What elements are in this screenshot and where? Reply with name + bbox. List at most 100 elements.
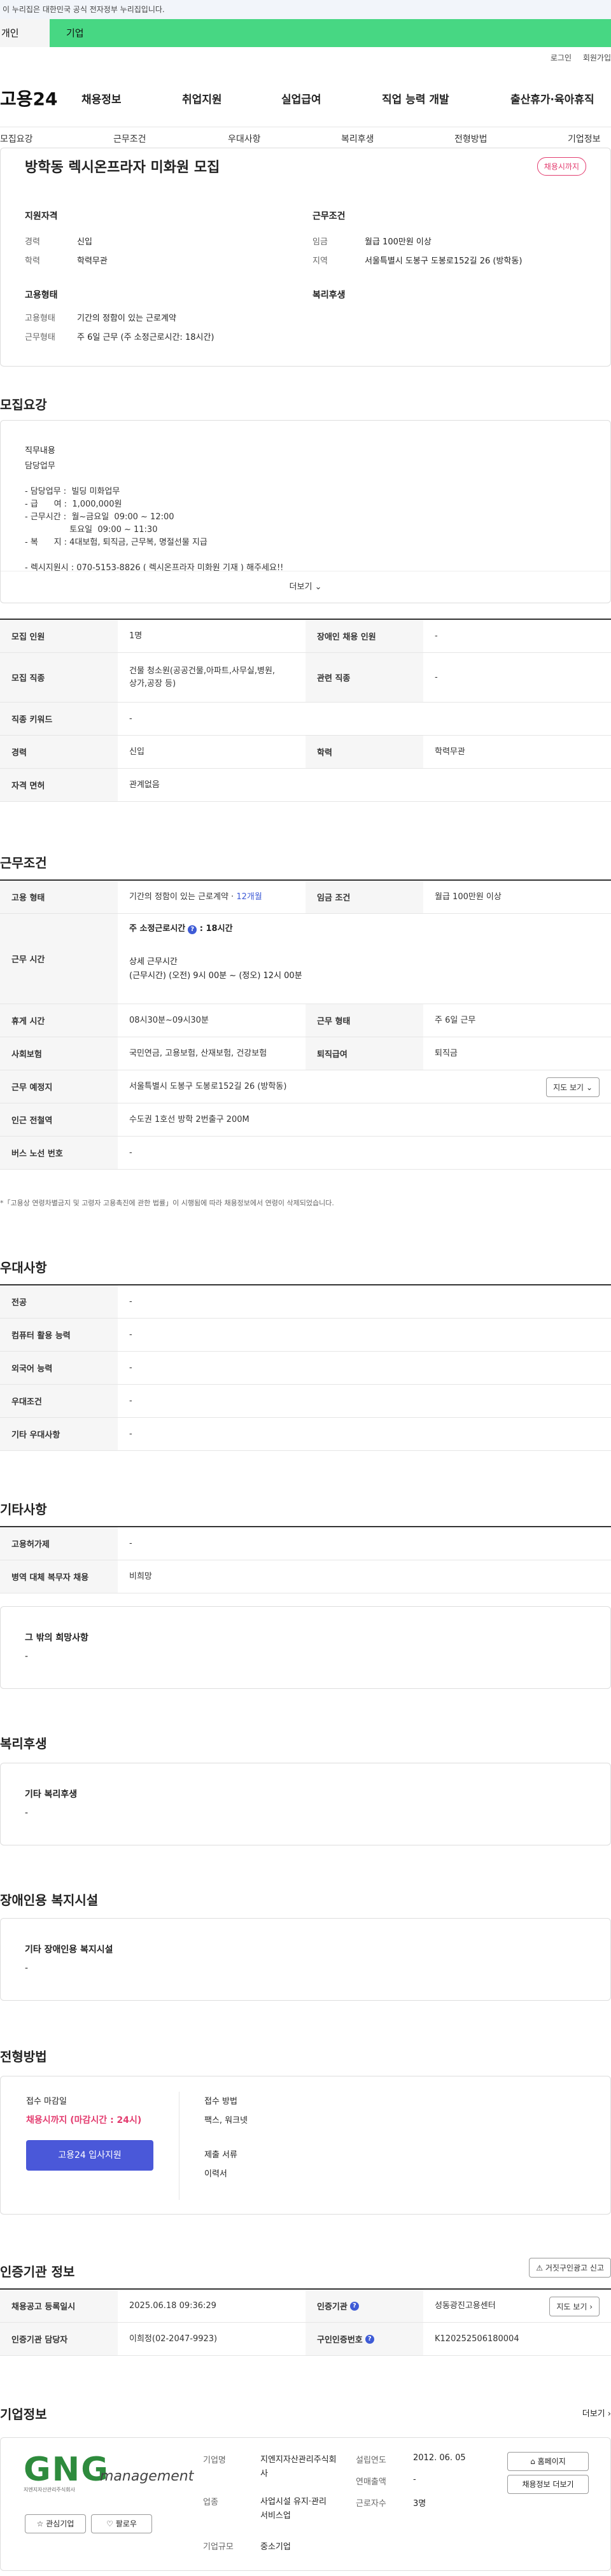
cert-heading: 인증기관 정보 bbox=[0, 2264, 75, 2279]
homepage-label: 홈페이지 bbox=[537, 2457, 566, 2466]
subnav-preference[interactable]: 우대사항 bbox=[228, 132, 261, 145]
welfare-heading: 복리후생 bbox=[0, 1736, 47, 1751]
table-row: 근무 시간 주 소정근로시간? : 18시간 상세 근무시간 (근무시간) (오… bbox=[0, 914, 611, 1004]
welfare-value: - bbox=[25, 1808, 29, 1818]
conditions-table: 고용 형태 기간의 정함이 있는 근로계약 · 12개월 임금 조건 월급 10… bbox=[0, 879, 611, 1198]
selection-heading: 전형방법 bbox=[0, 2049, 47, 2064]
reg-label: 채용공고 등록일시 bbox=[0, 2290, 118, 2322]
other-jobs-button[interactable]: 채용정보 더보기 bbox=[507, 2475, 589, 2494]
wage-value: 월급 100만원 이상 bbox=[365, 237, 432, 247]
age-note: *「고용상 연령차별금지 및 고령자 고용촉진에 관한 법률」이 시행됨에 따라… bbox=[0, 1199, 334, 1207]
heart-icon: ♡ bbox=[106, 2519, 113, 2528]
qual-heading: 지원자격 bbox=[25, 211, 58, 221]
subnav-selection[interactable]: 전형방법 bbox=[454, 132, 488, 145]
station-value: 수도권 1호선 방학 2번출구 200M bbox=[129, 1114, 249, 1124]
license-label: 자격 면허 bbox=[0, 769, 118, 801]
gnb-skills[interactable]: 직업 능력 개발 bbox=[382, 90, 449, 106]
pref-other-value: - bbox=[129, 1429, 132, 1439]
pref-cond-value: - bbox=[129, 1396, 132, 1406]
home-icon: ⌂ bbox=[530, 2457, 535, 2466]
gnb-employment-support[interactable]: 취업지원 bbox=[182, 90, 222, 106]
gnb-jobs[interactable]: 채용정보 bbox=[81, 90, 122, 106]
wish-value: - bbox=[25, 1651, 29, 1662]
major-label: 전공 bbox=[0, 1285, 118, 1318]
table-row: 기타 우대사항 - bbox=[0, 1418, 611, 1451]
conditions-heading: 근무조건 bbox=[0, 855, 47, 871]
job-detail-card: 직무내용 담당업무 - 담당업무 : 빌딩 미화업무 - 급 여 : 1,000… bbox=[0, 420, 611, 603]
report-button[interactable]: ⚠ 거짓구인광고 신고 bbox=[529, 2258, 611, 2278]
login-link[interactable]: 로그인 bbox=[551, 53, 572, 62]
table-row: 자격 면허 관계없음 bbox=[0, 769, 611, 802]
welfare-title: 기타 복리후생 bbox=[25, 1789, 78, 1800]
org-value: 성동광진고용센터 bbox=[435, 2300, 496, 2311]
gnb-parental-leave[interactable]: 출산휴가·육아휴직 bbox=[510, 90, 594, 106]
scale-label: 기업규모 bbox=[203, 2542, 234, 2552]
homepage-button[interactable]: ⌂ 홈페이지 bbox=[507, 2452, 589, 2471]
form-value: 주 6일 근무 bbox=[435, 1015, 476, 1025]
join-link[interactable]: 회원가입 bbox=[583, 53, 611, 62]
license-value: 관계없음 bbox=[129, 780, 160, 790]
gnb-unemployment-benefit[interactable]: 실업급여 bbox=[281, 90, 321, 106]
map-button[interactable]: 지도 보기 ⌄ bbox=[546, 1077, 600, 1097]
detail-text: 담당업무 - 담당업무 : 빌딩 미화업무 - 급 여 : 1,000,000원… bbox=[25, 461, 284, 573]
recruit-table: 모집 인원 1명 장애인 채용 인원 - 모집 직종 건물 청소원(공공건물,아… bbox=[0, 619, 611, 809]
sales-value: - bbox=[413, 2475, 416, 2484]
apply-button[interactable]: 고용24 입사지원 bbox=[26, 2140, 153, 2171]
company-more-label: 더보기 bbox=[582, 2409, 605, 2419]
major-value: - bbox=[129, 1296, 132, 1306]
permit-label: 고용허가제 bbox=[0, 1527, 118, 1560]
related-value: - bbox=[435, 672, 438, 682]
headcount-label: 모집 인원 bbox=[0, 620, 118, 652]
deadline-badge: 채용시까지 bbox=[537, 157, 586, 176]
company-logo: GNG management 지엔지자산관리주식회사 bbox=[24, 2453, 193, 2498]
more-button[interactable]: 더보기 ⌄ bbox=[1, 571, 610, 603]
info-icon[interactable]: ? bbox=[365, 2334, 374, 2344]
break-value: 08시30분~09시30분 bbox=[129, 1015, 209, 1025]
chevron-down-icon: ⌄ bbox=[314, 582, 322, 592]
docs-value: 이력서 bbox=[204, 2169, 227, 2179]
tab-individual[interactable]: 개인 bbox=[0, 19, 50, 47]
language-value: - bbox=[129, 1362, 132, 1373]
region-value: 서울특별시 도봉구 도봉로152길 26 (방학동) bbox=[365, 256, 523, 266]
more-label: 더보기 bbox=[289, 582, 313, 592]
emp-label: 고용 형태 bbox=[0, 881, 118, 913]
table-row: 모집 인원 1명 장애인 채용 인원 - bbox=[0, 620, 611, 653]
insurance-value: 국민연금, 고용보험, 산재보험, 건강보험 bbox=[129, 1048, 267, 1058]
map-button-label: 지도 보기 bbox=[553, 1083, 584, 1092]
edu-label: 학력 bbox=[25, 256, 40, 266]
deadline-label: 접수 마감일 bbox=[26, 2097, 67, 2106]
computer-label: 컴퓨터 활용 능력 bbox=[0, 1319, 118, 1351]
preference-heading: 우대사항 bbox=[0, 1260, 47, 1275]
cert-map-button[interactable]: 지도 보기 › bbox=[549, 2297, 600, 2316]
other-heading: 기타사항 bbox=[0, 1502, 47, 1517]
follow-label: 팔로우 bbox=[115, 2519, 137, 2528]
emp-value: 기간의 정함이 있는 근로계약 bbox=[129, 892, 228, 902]
severance-value: 퇴직금 bbox=[435, 1048, 458, 1058]
table-row: 병역 대체 복무자 채용 비희망 bbox=[0, 1560, 611, 1593]
edu-value: 학력무관 bbox=[435, 746, 465, 757]
info-icon[interactable]: ? bbox=[349, 2301, 359, 2311]
global-nav: 고용24 채용정보 취업지원 실업급여 직업 능력 개발 출산휴가·육아휴직 bbox=[0, 69, 611, 127]
facility-value: - bbox=[25, 1963, 29, 1973]
pref-cond-label: 우대조건 bbox=[0, 1385, 118, 1417]
subnav-conditions[interactable]: 근무조건 bbox=[113, 132, 146, 145]
docs-label: 제출 서류 bbox=[204, 2150, 237, 2160]
pref-other-label: 기타 우대사항 bbox=[0, 1418, 118, 1450]
interest-button[interactable]: ☆ 관심기업 bbox=[25, 2514, 86, 2533]
report-label: 거짓구인광고 신고 bbox=[545, 2264, 604, 2272]
company-more-link[interactable]: 더보기 › bbox=[582, 2407, 611, 2419]
subnav-welfare[interactable]: 복리후생 bbox=[341, 132, 374, 145]
subnav-company[interactable]: 기업정보 bbox=[568, 132, 601, 145]
info-icon[interactable]: ? bbox=[188, 925, 197, 934]
subnav-recruit[interactable]: 모집요강 bbox=[0, 132, 33, 145]
site-logo[interactable]: 고용24 bbox=[0, 85, 58, 111]
star-icon: ☆ bbox=[36, 2519, 44, 2528]
employees-label: 근로자수 bbox=[356, 2499, 386, 2509]
tab-enterprise[interactable]: 기업 bbox=[66, 19, 84, 47]
bus-value: - bbox=[129, 1147, 132, 1158]
follow-button[interactable]: ♡ 팔로우 bbox=[91, 2514, 152, 2533]
industry-label: 업종 bbox=[203, 2498, 218, 2507]
method-value: 팩스, 워크넷 bbox=[204, 2116, 248, 2125]
exp-value: 신입 bbox=[77, 237, 92, 247]
manager-label: 인증기관 담당자 bbox=[0, 2323, 118, 2355]
